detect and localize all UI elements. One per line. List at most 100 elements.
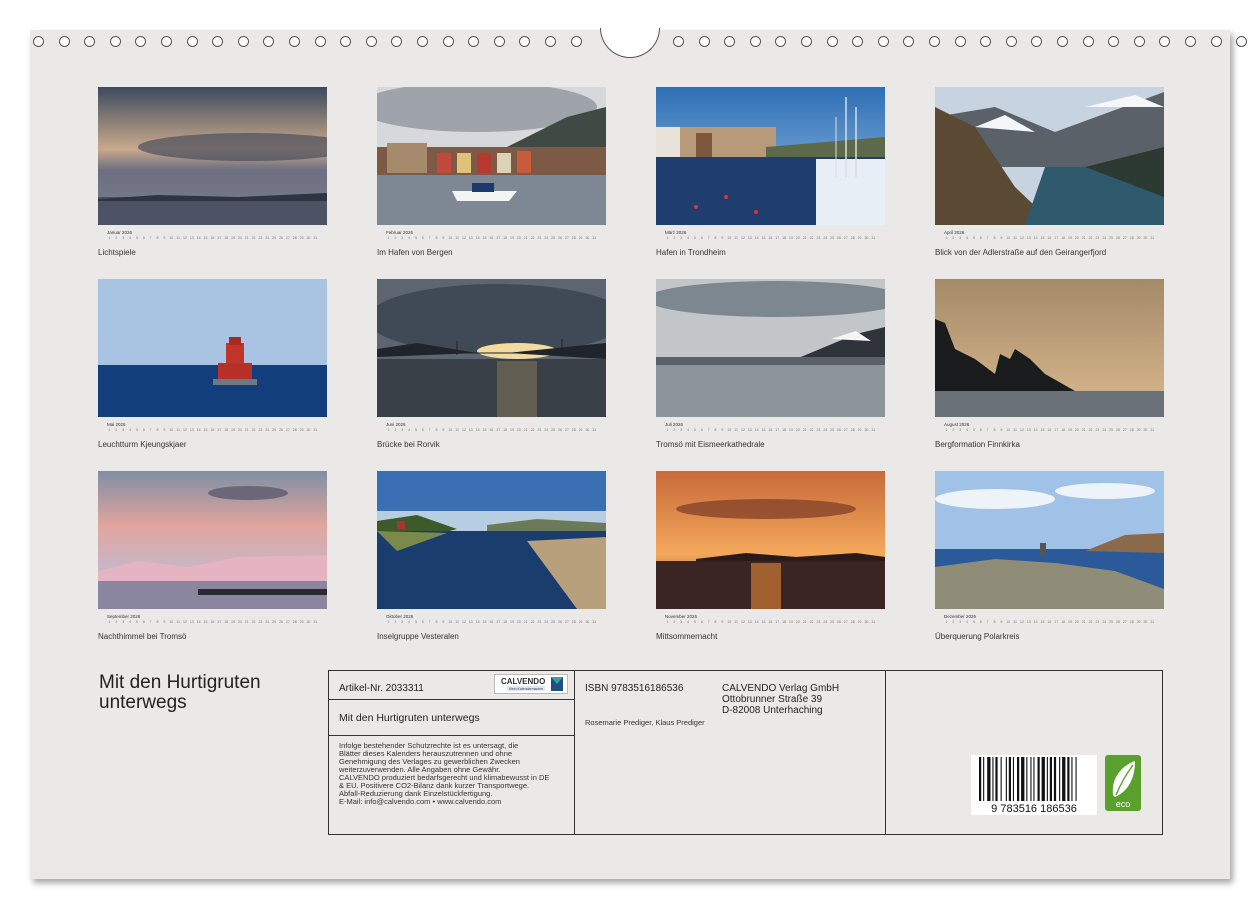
binding-hole <box>33 36 44 47</box>
day-cell: 6 <box>142 236 145 240</box>
day-cell: 4 <box>408 620 411 624</box>
month-caption: Bergformation Finnkirka <box>935 440 1020 449</box>
day-cell: 25 <box>830 620 835 624</box>
month-photo <box>98 87 327 225</box>
day-cell: 14 <box>475 620 480 624</box>
day-cell: 11 <box>1013 236 1017 240</box>
day-cell: 24 <box>544 620 549 624</box>
day-cell: 7 <box>707 620 710 624</box>
day-cell: 10 <box>727 620 732 624</box>
day-cell: 7 <box>428 428 431 432</box>
publisher-line: CALVENDO Verlag GmbH <box>722 683 840 694</box>
day-cell: 10 <box>1006 428 1011 432</box>
binding-hole <box>775 36 787 47</box>
day-cell: 3 <box>959 620 962 624</box>
barcode-bar <box>1000 757 1002 801</box>
eco-badge: eco <box>1105 755 1141 811</box>
barcode-bar <box>1067 757 1070 801</box>
day-cell: 20 <box>237 620 242 624</box>
day-cell: 3 <box>959 236 962 240</box>
day-cell: 27 <box>843 236 848 240</box>
day-cell: 9 <box>721 236 724 240</box>
day-cell: 9 <box>163 620 166 624</box>
day-cell: 8 <box>156 620 159 624</box>
day-cell: 29 <box>1136 428 1141 432</box>
day-cell: 4 <box>129 236 132 240</box>
day-cell: 13 <box>189 428 194 432</box>
day-cell: 29 <box>1136 620 1141 624</box>
day-cell: 26 <box>279 236 283 240</box>
day-cell: 30 <box>306 620 311 624</box>
day-cell: 14 <box>475 236 480 240</box>
binding-hole <box>903 36 915 47</box>
day-cell: 8 <box>156 236 159 240</box>
day-cell: 15 <box>1040 236 1045 240</box>
day-cell: 26 <box>279 620 283 624</box>
day-cell: 8 <box>993 620 996 624</box>
binding-hole <box>1082 36 1094 47</box>
day-cell: 17 <box>496 236 501 240</box>
day-strip: 1 2 3 4 5 6 7 8 9 10 11 12 13 14 15 16 17 18 19 20 21 22 23 24 2… <box>665 620 876 629</box>
day-cell: 1 <box>108 236 111 240</box>
day-cell: 15 <box>482 428 487 432</box>
day-cell: 22 <box>530 620 535 624</box>
day-cell: 28 <box>850 428 855 432</box>
month-label: Dezember 2026 <box>944 614 977 619</box>
day-cell: 19 <box>1068 620 1072 624</box>
day-cell: 30 <box>585 236 590 240</box>
day-cell: 1 <box>108 620 111 624</box>
day-cell: 24 <box>823 236 828 240</box>
binding-hole <box>724 36 736 47</box>
day-cell: 20 <box>1074 236 1079 240</box>
day-cell: 26 <box>837 428 841 432</box>
barcode-bar <box>1046 757 1048 801</box>
day-cell: 14 <box>196 428 201 432</box>
day-cell: 28 <box>292 428 297 432</box>
day-cell: 17 <box>496 428 501 432</box>
day-cell: 11 <box>455 428 459 432</box>
day-cell: 6 <box>700 236 703 240</box>
month-card: September 2026 1 2 3 4 5 6 7 8 9 10 11 12 13 14 15 16 17 1… <box>98 471 328 641</box>
day-cell: 30 <box>306 428 311 432</box>
day-cell: 4 <box>966 620 969 624</box>
day-cell: 2 <box>115 620 118 624</box>
month-label: August 2026 <box>944 422 970 427</box>
barcode-bar <box>1049 757 1052 801</box>
day-cell: 22 <box>1088 620 1093 624</box>
binding-hole <box>161 36 172 47</box>
hanger-notch <box>600 28 660 58</box>
month-label: Mai 2026 <box>107 422 126 427</box>
month-photo <box>935 279 1164 417</box>
day-cell: 9 <box>1000 620 1003 624</box>
day-cell: 29 <box>299 236 304 240</box>
day-cell: 22 <box>809 620 814 624</box>
day-cell: 2 <box>952 236 955 240</box>
day-cell: 1 <box>666 620 669 624</box>
day-cell: 1 <box>387 428 390 432</box>
day-cell: 29 <box>857 428 862 432</box>
day-cell: 27 <box>1122 620 1127 624</box>
day-cell: 10 <box>1006 236 1011 240</box>
barcode-bar <box>979 757 982 801</box>
day-cell: 13 <box>1026 620 1031 624</box>
day-cell: 18 <box>1061 236 1066 240</box>
barcode-bar <box>1071 757 1073 801</box>
day-cell: 12 <box>741 236 745 240</box>
day-strip: 1 2 3 4 5 6 7 8 9 10 11 12 13 14 15 16 17 18 19 20 21 22 23 24 2… <box>386 620 597 629</box>
day-cell: 15 <box>482 620 487 624</box>
day-cell: 4 <box>966 236 969 240</box>
binding-hole <box>980 36 992 47</box>
month-label: Juni 2026 <box>386 422 406 427</box>
day-cell: 19 <box>231 620 235 624</box>
day-cell: 1 <box>945 236 948 240</box>
day-cell: 24 <box>1102 620 1107 624</box>
day-cell: 4 <box>687 620 690 624</box>
month-caption: Überquerung Polarkreis <box>935 632 1020 641</box>
day-cell: 21 <box>523 620 528 624</box>
day-cell: 18 <box>503 428 508 432</box>
month-caption: Nachthimmel bei Tromsö <box>98 632 187 641</box>
binding-hole <box>749 36 761 47</box>
day-cell: 18 <box>224 620 229 624</box>
day-cell: 5 <box>693 620 696 624</box>
day-cell: 8 <box>156 428 159 432</box>
